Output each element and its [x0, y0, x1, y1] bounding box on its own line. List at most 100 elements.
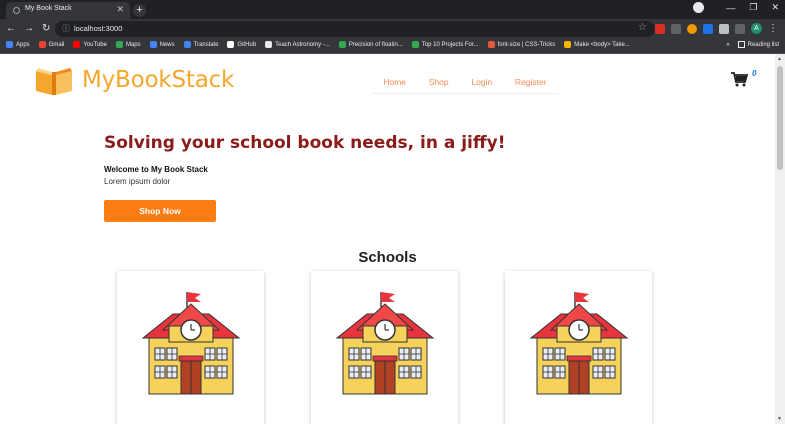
minimize-button[interactable]: —	[726, 3, 735, 13]
bookmark-item[interactable]: Teach Astronomy -...	[265, 41, 330, 48]
bookmark-item[interactable]: font-size | CSS-Tricks	[487, 41, 556, 48]
bookmark-favicon-icon	[338, 41, 346, 48]
extension-icon[interactable]	[687, 23, 697, 34]
cart-count-badge: 0	[752, 69, 757, 78]
site-logo[interactable]: MyBookStack	[34, 64, 234, 96]
scroll-up-arrow-icon[interactable]: ▲	[777, 56, 782, 62]
puzzle-icon[interactable]	[719, 23, 729, 34]
navigation-buttons: ← → ↻	[6, 22, 50, 36]
sidebar-icon[interactable]	[735, 23, 745, 34]
bookmark-label: Translate	[193, 41, 219, 48]
schools-heading: Schools	[358, 249, 417, 266]
bookmark-item[interactable]: YouTube	[73, 41, 107, 48]
more-bookmarks-icon[interactable]: »	[726, 42, 729, 48]
scrollbar-thumb[interactable]	[777, 66, 783, 170]
bookmark-label: font-size | CSS-Tricks	[497, 41, 556, 48]
bookmark-item[interactable]: Maps	[115, 41, 141, 48]
bookmark-favicon-icon	[149, 41, 157, 48]
school-card[interactable]	[505, 271, 652, 424]
download-icon[interactable]	[671, 23, 681, 34]
bookmark-favicon-icon	[564, 41, 572, 48]
bookmark-item[interactable]: Top 10 Projects For...	[411, 41, 479, 48]
restore-button[interactable]: ❐	[749, 2, 757, 13]
bookmark-favicon-icon	[487, 41, 495, 48]
address-bar[interactable]: ⓘ localhost:3000 ☆	[55, 21, 655, 37]
bookmark-favicon-icon	[38, 41, 46, 48]
bookmark-label: Gmail	[48, 41, 65, 48]
school-building-icon	[141, 292, 241, 395]
nav-link-home[interactable]: Home	[383, 77, 406, 87]
profile-avatar[interactable]: A	[751, 23, 762, 34]
brand-name: MyBookStack	[82, 67, 235, 93]
nav-link-login[interactable]: Login	[471, 77, 492, 87]
window-controls: — ❐ ✕	[693, 2, 779, 13]
bookmark-label: Top 10 Projects For...	[421, 41, 479, 48]
forward-button[interactable]: →	[24, 22, 34, 36]
reading-list-button[interactable]: Reading list	[737, 41, 779, 48]
reading-list-label: Reading list	[747, 41, 779, 48]
shopping-cart-icon[interactable]	[731, 72, 748, 87]
nav-link-register[interactable]: Register	[515, 77, 547, 87]
extension-icons: A ⋮	[655, 23, 778, 34]
window-bottom-edge	[0, 424, 785, 440]
bookmark-label: Teach Astronomy -...	[275, 41, 330, 48]
bookmark-favicon-icon	[227, 41, 235, 48]
scroll-down-arrow-icon[interactable]: ▼	[777, 416, 782, 422]
bookmark-favicon-icon	[115, 41, 123, 48]
school-building-icon	[335, 292, 435, 395]
bookmark-favicon-icon	[411, 41, 419, 48]
menu-icon[interactable]: ⋮	[768, 23, 778, 34]
back-button[interactable]: ←	[6, 22, 16, 36]
school-card[interactable]	[117, 271, 264, 424]
browser-tab[interactable]: My Book Stack ✕	[6, 2, 130, 19]
site-info-icon[interactable]: ⓘ	[62, 23, 70, 34]
bookmark-favicon-icon	[73, 41, 81, 48]
close-tab-icon[interactable]: ✕	[116, 4, 124, 15]
bookmark-favicon-icon	[265, 41, 273, 48]
bookmark-favicon-icon	[183, 41, 191, 48]
school-building-icon	[529, 292, 629, 395]
nav-link-shop[interactable]: Shop	[429, 77, 449, 87]
bookmark-label: YouTube	[83, 41, 107, 48]
bookmark-item[interactable]: Precision of floatin...	[338, 41, 403, 48]
school-card[interactable]	[311, 271, 458, 424]
hero-title: Solving your school book needs, in a jif…	[104, 133, 506, 153]
bookmark-item[interactable]: Make <body> Take...	[564, 41, 630, 48]
pdf-extension-icon[interactable]	[655, 23, 665, 34]
bookmark-star-icon[interactable]: ☆	[638, 22, 647, 33]
bookmark-favicon-icon	[6, 41, 13, 48]
bookmark-item[interactable]: Apps	[6, 41, 30, 48]
welcome-text: Welcome to My Book Stack	[104, 165, 208, 174]
url-text: localhost:3000	[74, 24, 123, 33]
close-window-button[interactable]: ✕	[771, 2, 779, 13]
tab-strip: My Book Stack ✕ + — ❐ ✕	[0, 0, 785, 19]
bookmark-label: Maps	[125, 41, 141, 48]
bookmarks-bar: Apps Gmail YouTube Maps News Translate GitHub T…	[0, 39, 785, 54]
bookmark-label: Precision of floatin...	[348, 41, 403, 48]
bookmark-label: GitHub	[237, 41, 257, 48]
main-navigation: Home Shop Login Register	[372, 70, 558, 94]
book-stack-logo-icon	[36, 68, 72, 95]
bookmark-item[interactable]: News	[149, 41, 175, 48]
media-control-icon[interactable]	[693, 2, 705, 13]
extension-icon[interactable]	[703, 23, 713, 34]
bookmark-list: Apps Gmail YouTube Maps News Translate GitHub T…	[6, 41, 630, 48]
reading-list-icon	[737, 41, 745, 48]
page-scrollbar[interactable]: ▲ ▼	[775, 54, 785, 424]
bookmark-item[interactable]: GitHub	[227, 41, 256, 48]
bookmark-label: News	[159, 41, 175, 48]
tab-title: My Book Stack	[25, 5, 72, 12]
page-viewport: MyBookStack Home Shop Login Register 0 S…	[0, 54, 775, 424]
bookmark-item[interactable]: Gmail	[38, 41, 65, 48]
new-tab-button[interactable]: +	[133, 4, 146, 17]
bookmark-label: Apps	[16, 41, 30, 48]
browser-toolbar: ← → ↻ ⓘ localhost:3000 ☆ A ⋮	[0, 19, 785, 39]
bookmark-label: Make <body> Take...	[574, 41, 630, 48]
tab-favicon-icon	[13, 7, 20, 14]
bookmarks-right: » Reading list	[726, 41, 779, 48]
hero-description: Lorem ipsum dolor	[104, 177, 171, 186]
shop-now-button[interactable]: Shop Now	[104, 200, 216, 222]
bookmark-item[interactable]: Translate	[183, 41, 219, 48]
reload-button[interactable]: ↻	[42, 22, 50, 36]
browser-window: My Book Stack ✕ + — ❐ ✕ ← → ↻ ⓘ localhos…	[0, 0, 785, 440]
